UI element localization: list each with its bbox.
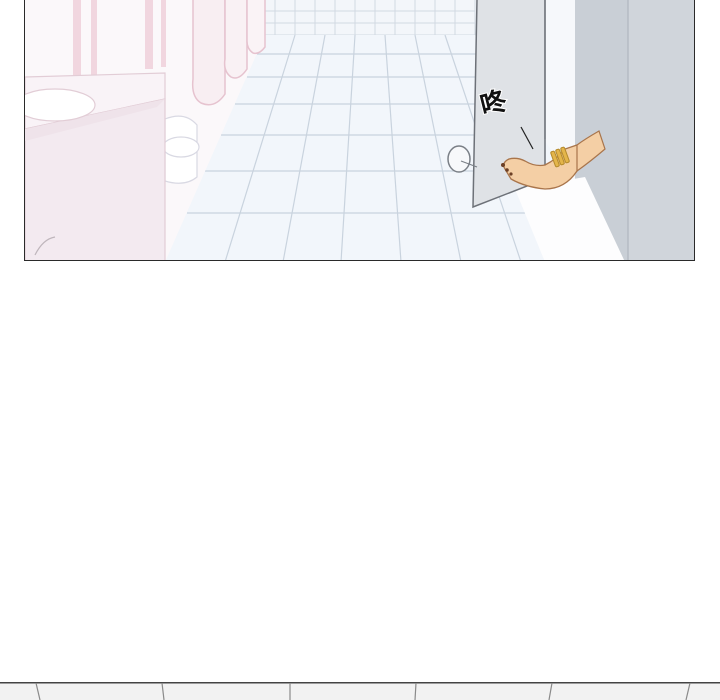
door-lock-icon bbox=[447, 145, 471, 173]
wall-tiles bbox=[254, 0, 476, 36]
comic-page: 咚 bbox=[0, 0, 720, 700]
stall-partition bbox=[628, 0, 694, 260]
comic-panel-next-peek bbox=[0, 682, 720, 700]
sink-basin bbox=[25, 88, 96, 122]
restroom-scene bbox=[25, 0, 694, 260]
sink-counter bbox=[25, 72, 166, 260]
next-panel-top bbox=[0, 682, 720, 700]
comic-panel-restroom: 咚 bbox=[24, 0, 695, 261]
urinal-bases bbox=[162, 115, 200, 184]
